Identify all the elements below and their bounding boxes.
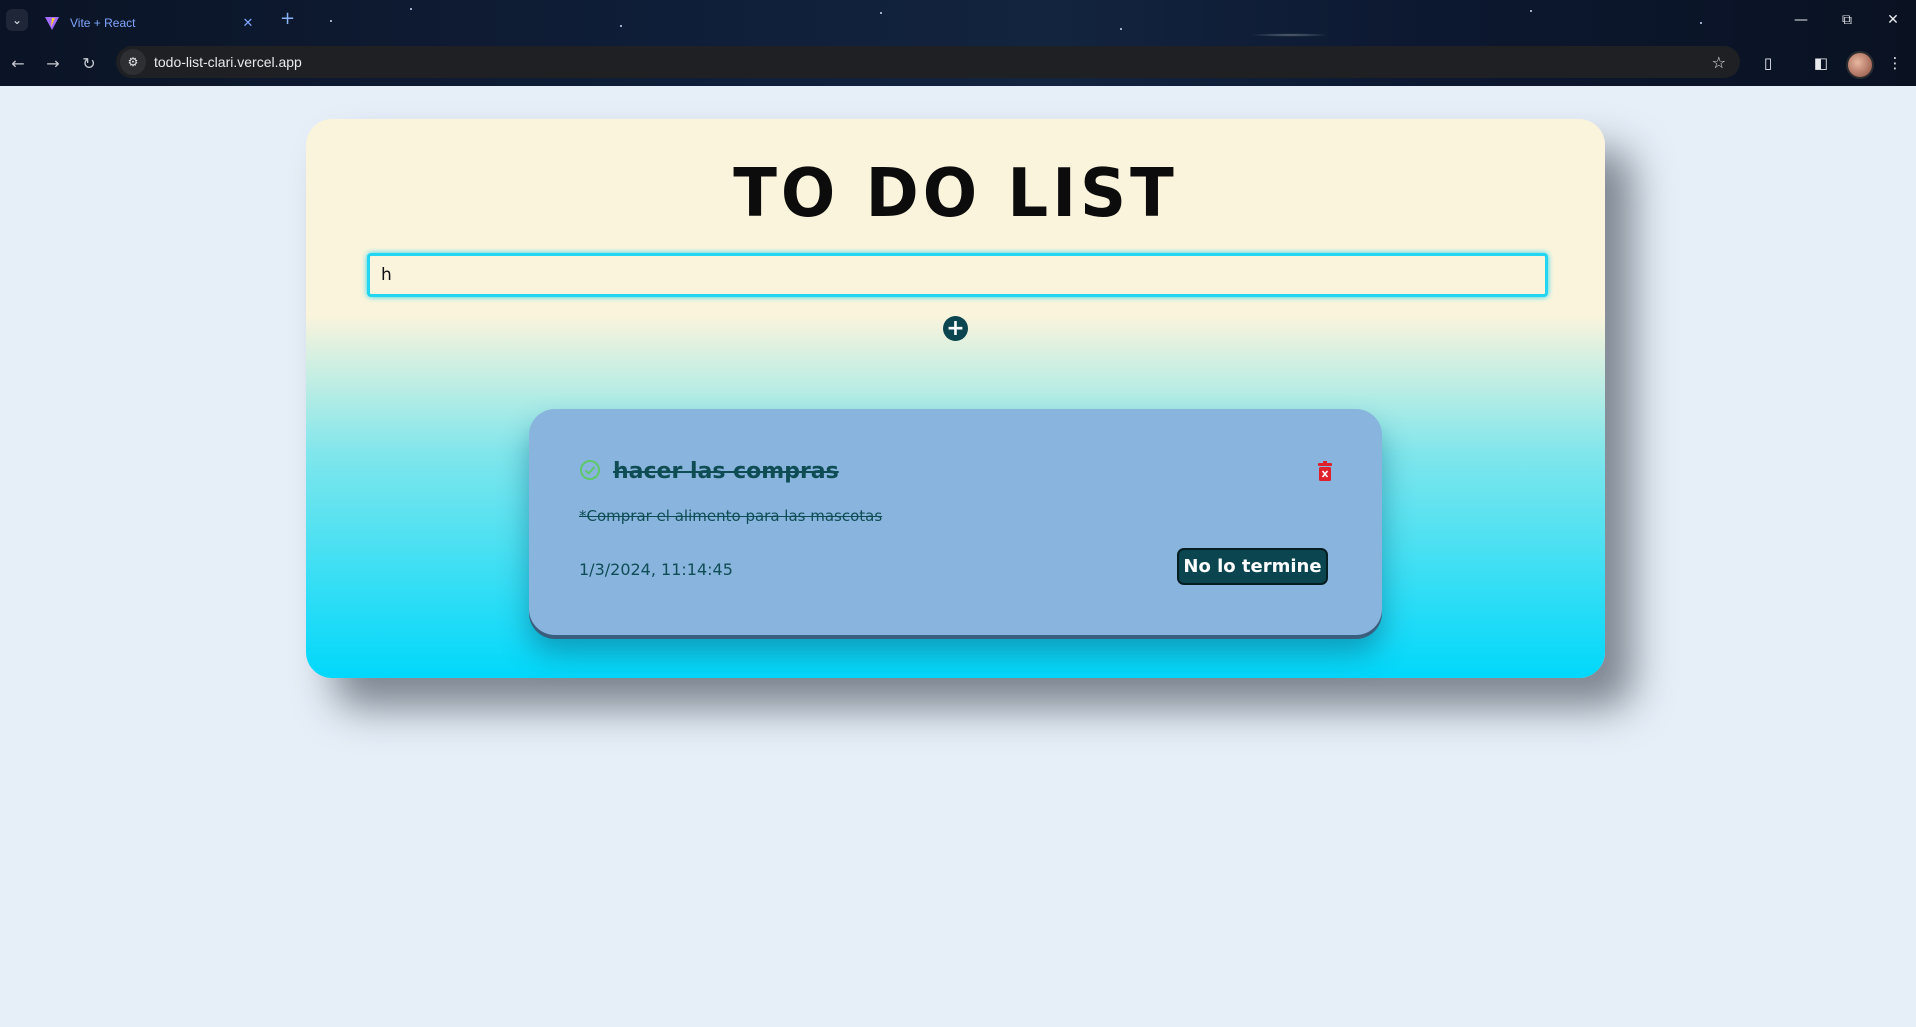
- restore-icon[interactable]: ⧉: [1824, 0, 1870, 40]
- chevron-down-icon: ⌄: [11, 13, 23, 27]
- extensions-icon[interactable]: ▯: [1755, 50, 1781, 76]
- check-circle-icon: [580, 460, 600, 480]
- minimize-icon[interactable]: —: [1778, 0, 1824, 40]
- tab-search-button[interactable]: ⌄: [6, 9, 28, 31]
- browser-tab[interactable]: Vite + React ✕: [34, 6, 266, 40]
- side-panel-icon[interactable]: ◧: [1808, 50, 1834, 76]
- profile-avatar[interactable]: [1846, 51, 1874, 79]
- tab-title: Vite + React: [70, 16, 136, 30]
- vite-logo-icon: [45, 17, 59, 30]
- reload-icon[interactable]: ↻: [76, 50, 102, 76]
- task-item: hacer las compras *Comprar el alimento p…: [529, 409, 1382, 635]
- tab-strip: ⌄ Vite + React ✕ + — ⧉ ✕: [0, 0, 1916, 40]
- task-title: hacer las compras: [613, 459, 839, 484]
- site-info-icon[interactable]: ⚙: [120, 49, 146, 75]
- new-tab-button[interactable]: +: [280, 8, 295, 29]
- menu-kebab-icon[interactable]: ⋮: [1882, 50, 1908, 76]
- url-text[interactable]: todo-list-clari.vercel.app: [154, 54, 1712, 70]
- page-title: TO DO LIST: [733, 155, 1178, 233]
- close-tab-icon[interactable]: ✕: [238, 16, 258, 31]
- browser-toolbar: ← → ↻ ⚙ todo-list-clari.vercel.app ☆ ▯ ◧…: [0, 44, 1916, 82]
- plus-icon: +: [946, 315, 965, 341]
- todo-card: TO DO LIST + hacer las compras *Comprar …: [306, 119, 1605, 678]
- add-task-button[interactable]: +: [943, 316, 968, 341]
- back-icon[interactable]: ←: [5, 50, 31, 76]
- mark-not-done-button[interactable]: No lo termine: [1177, 548, 1328, 585]
- address-bar[interactable]: ⚙ todo-list-clari.vercel.app ☆: [116, 46, 1740, 78]
- task-timestamp: 1/3/2024, 11:14:45: [579, 560, 733, 579]
- browser-chrome: ⌄ Vite + React ✕ + — ⧉ ✕ ← → ↻ ⚙ todo-li…: [0, 0, 1916, 86]
- task-description: *Comprar el alimento para las mascotas: [579, 507, 883, 525]
- task-input[interactable]: [367, 253, 1548, 297]
- window-controls: — ⧉ ✕: [1778, 0, 1916, 40]
- bookmark-star-icon[interactable]: ☆: [1712, 53, 1726, 72]
- close-window-icon[interactable]: ✕: [1870, 0, 1916, 40]
- trash-icon[interactable]: [1317, 461, 1333, 481]
- forward-icon[interactable]: →: [40, 50, 66, 76]
